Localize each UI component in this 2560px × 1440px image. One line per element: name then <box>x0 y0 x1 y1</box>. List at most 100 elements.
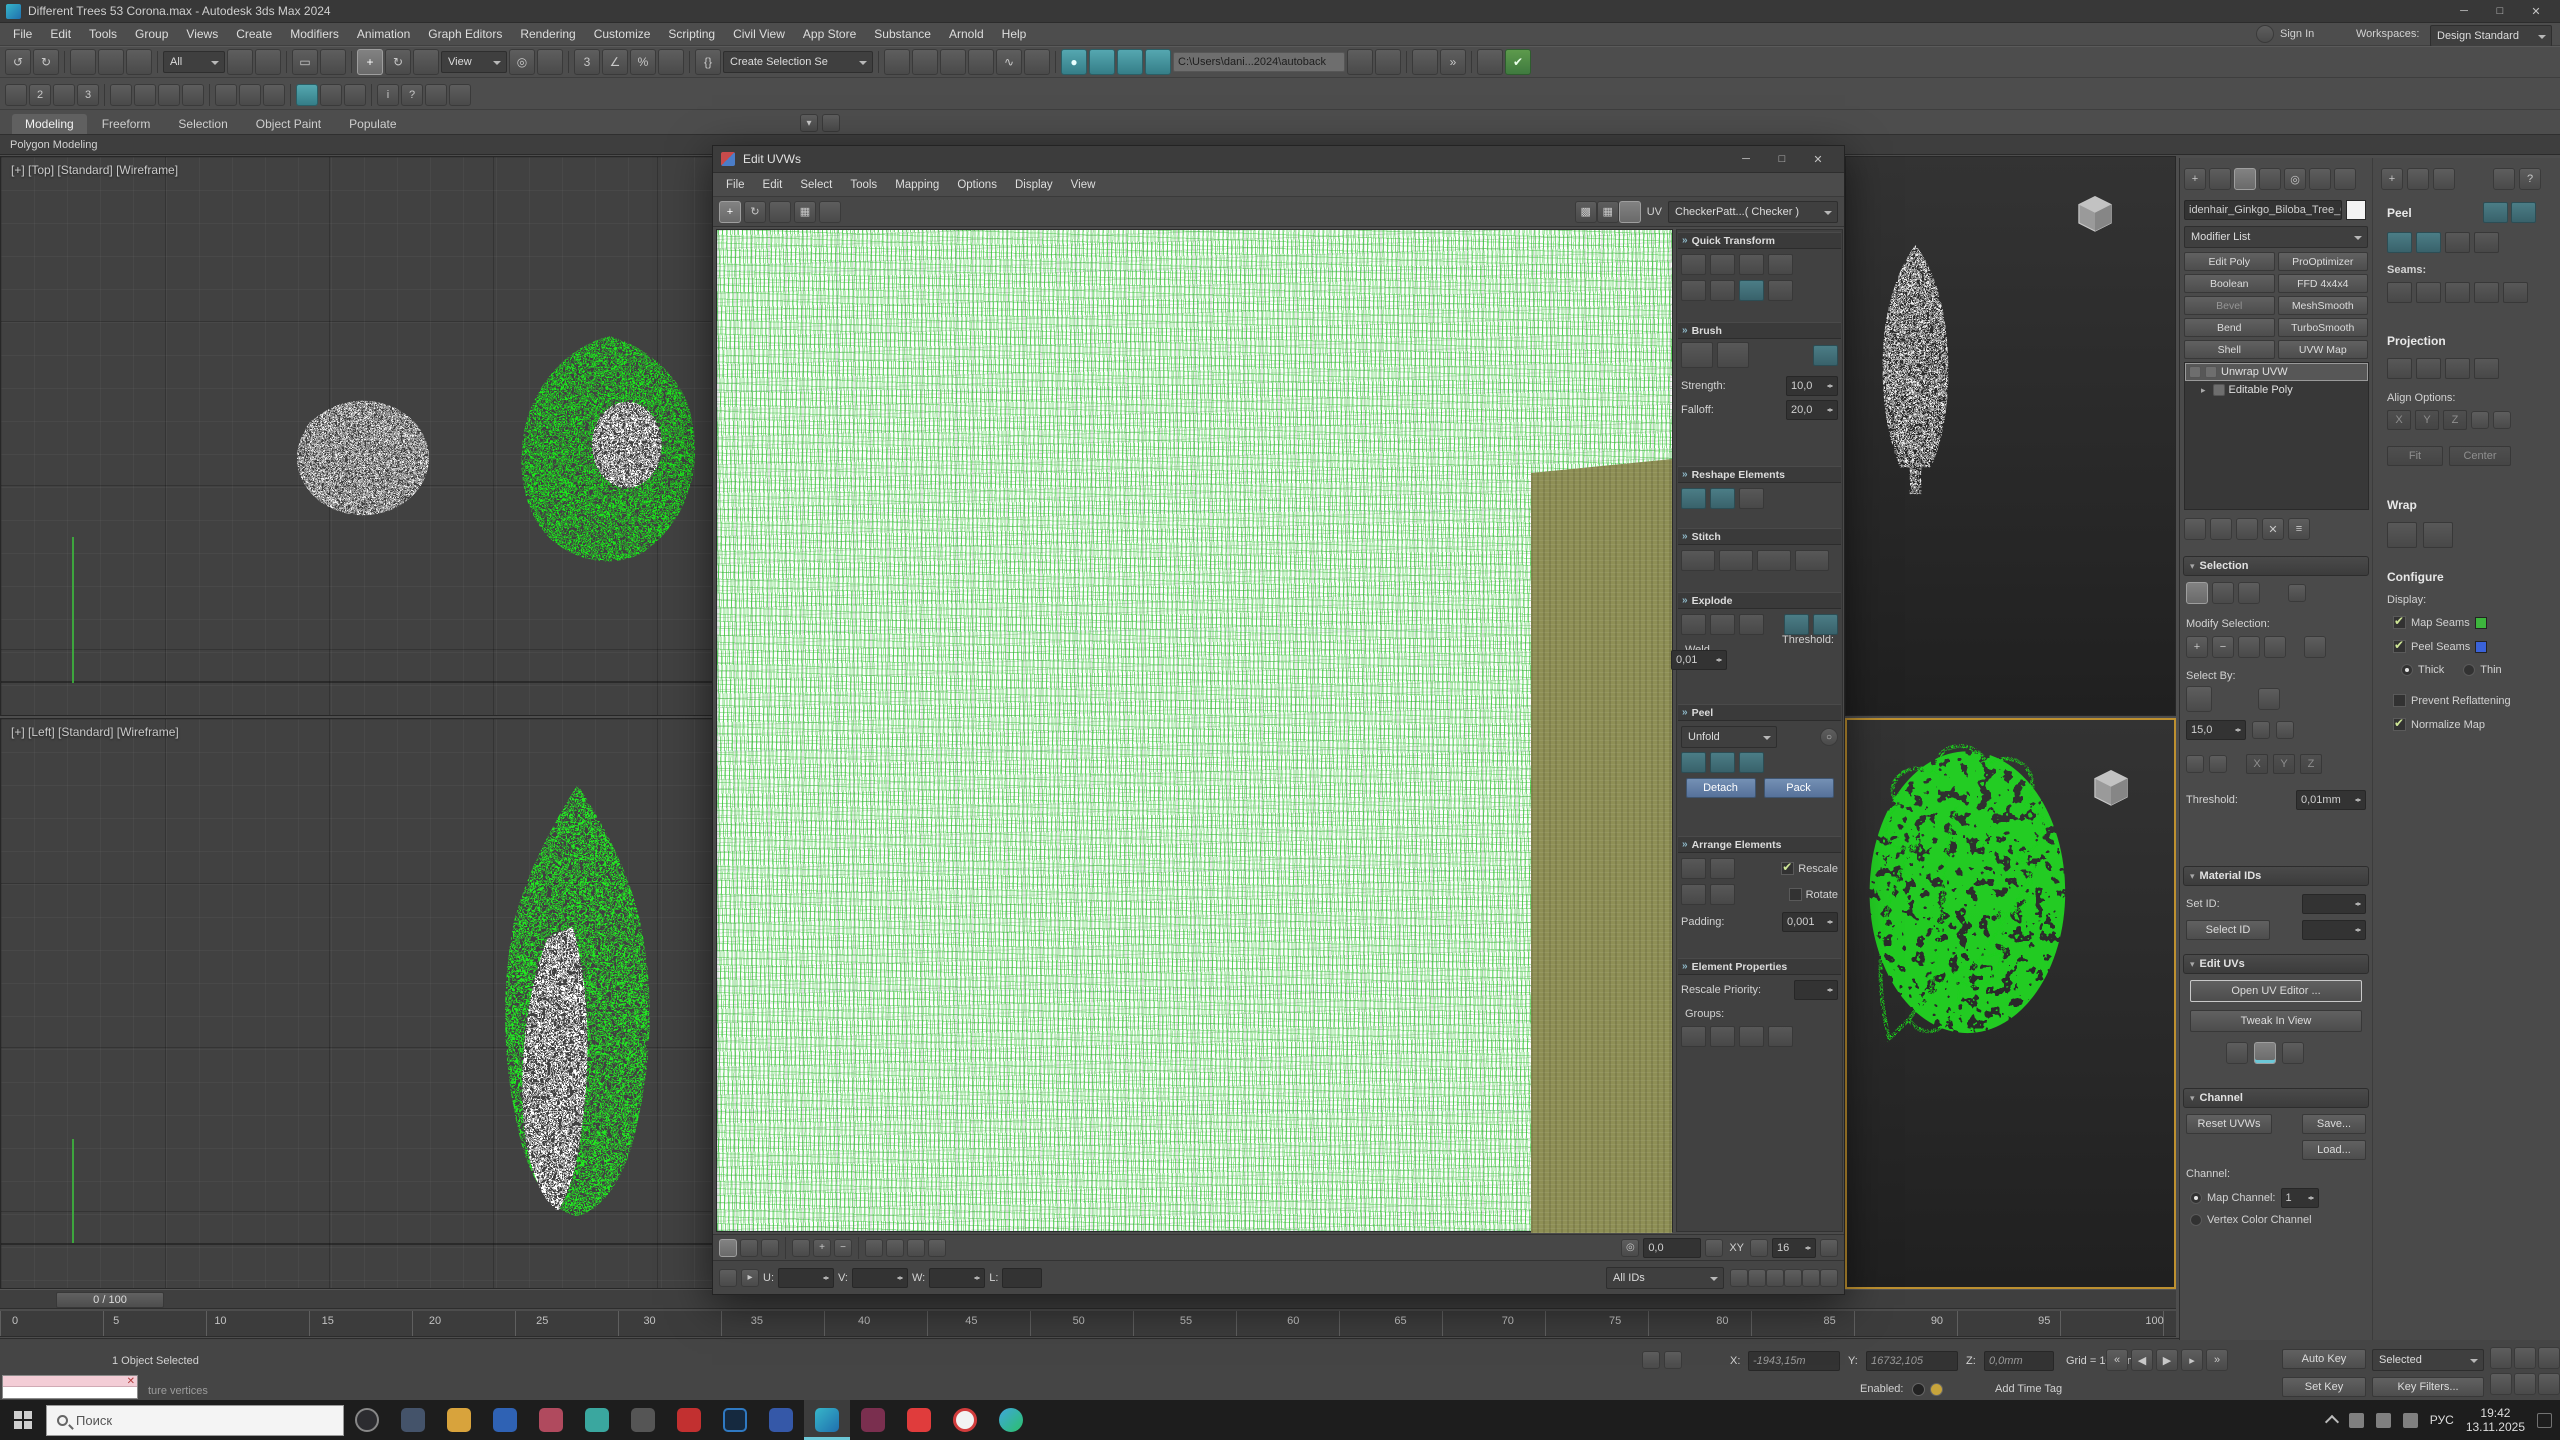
face-constraint-icon[interactable] <box>239 84 261 106</box>
load-uvws-button[interactable]: Load... <box>2302 1140 2366 1160</box>
absolute-typein-icon[interactable] <box>1705 1239 1723 1257</box>
pelt-map-icon[interactable] <box>1739 752 1764 773</box>
menu-item[interactable]: Arnold <box>940 23 993 45</box>
menu-item[interactable]: Substance <box>865 23 940 45</box>
modifier-preset-button[interactable]: Bend <box>2184 318 2275 337</box>
absolute-offset-icon[interactable] <box>741 1269 759 1287</box>
move-brush-icon[interactable] <box>1681 342 1713 368</box>
align-to-view-icon[interactable] <box>2471 411 2489 429</box>
open-uv-editor-button[interactable]: Open UV Editor ... <box>2190 980 2362 1002</box>
fit-button[interactable]: Fit <box>2387 446 2443 466</box>
dialog-menu-item[interactable]: Tools <box>841 176 886 194</box>
grid-snap-icon[interactable] <box>1750 1239 1768 1257</box>
zoom-view-icon[interactable] <box>1748 1269 1766 1287</box>
paint-select-icon[interactable] <box>865 1239 883 1257</box>
weld-threshold-field[interactable]: 0,01 <box>1671 650 1727 670</box>
dialog-menu-item[interactable]: Select <box>791 176 841 194</box>
group-create-icon[interactable] <box>1681 1026 1706 1047</box>
workspace-select[interactable]: Design Standard <box>2430 25 2552 47</box>
quick-peel-icon[interactable] <box>1681 752 1706 773</box>
ribbon-tab[interactable]: Selection <box>165 114 240 134</box>
section-explode[interactable]: Explode <box>1678 592 1841 609</box>
weld-all-icon[interactable] <box>1813 614 1838 635</box>
angle-toggle-icon[interactable] <box>2276 721 2294 739</box>
modifier-preset-button[interactable]: Edit Poly <box>2184 252 2275 271</box>
quick-planar-map-icon[interactable] <box>2226 1042 2248 1064</box>
quick-transform-map-icon[interactable] <box>2282 1042 2304 1064</box>
grid-size-field[interactable]: 16 <box>1772 1238 1816 1258</box>
snap-3d-icon[interactable] <box>77 84 99 106</box>
edge-sub-object-icon[interactable] <box>2212 582 2234 604</box>
dialog-maximize-icon[interactable] <box>1764 148 1800 170</box>
brush-falloff-field[interactable]: 20,0 <box>1786 400 1838 420</box>
network-tray-icon[interactable] <box>2376 1413 2391 1428</box>
track-bar[interactable]: 0510152025303540455055606570758085909510… <box>0 1311 2176 1337</box>
stitch-to-average-icon[interactable] <box>1795 550 1829 571</box>
redo-icon[interactable] <box>33 49 59 75</box>
substance-app-icon[interactable] <box>574 1400 620 1440</box>
menu-item[interactable]: App Store <box>794 23 865 45</box>
expand-to-seam-icon[interactable] <box>2474 282 2499 303</box>
after-effects-icon[interactable] <box>850 1400 896 1440</box>
clear-seams-icon[interactable] <box>2503 282 2528 303</box>
rearrange-icon[interactable] <box>1710 884 1735 905</box>
rescale-checkbox[interactable] <box>1781 862 1794 875</box>
menu-item[interactable]: Modifiers <box>281 23 348 45</box>
save-uvws-button[interactable]: Save... <box>2302 1114 2366 1134</box>
lock-icon[interactable] <box>719 1269 737 1287</box>
select-by-smooth-group-icon[interactable] <box>2209 755 2227 773</box>
brush-strength-field[interactable]: 10,0 <box>1786 376 1838 396</box>
ribbon-tab[interactable]: Freeform <box>89 114 164 134</box>
dialog-menu-item[interactable]: File <box>717 176 754 194</box>
language-indicator[interactable]: РУС <box>2430 1413 2454 1427</box>
uv-freeform-icon[interactable] <box>794 201 816 223</box>
ribbon-toggle-icon[interactable] <box>968 49 994 75</box>
unfold-strip-icon[interactable] <box>2423 522 2453 548</box>
box-map-icon[interactable] <box>2474 358 2499 379</box>
make-unique-icon[interactable] <box>2236 518 2258 540</box>
add-time-tag[interactable]: Add Time Tag <box>1995 1383 2062 1395</box>
listener-close-icon[interactable]: ✕ <box>127 1376 135 1387</box>
pelt-map-tool-icon[interactable] <box>2445 232 2470 253</box>
layer-explorer-icon[interactable] <box>940 49 966 75</box>
center-button[interactable]: Center <box>2449 446 2511 466</box>
select-and-scale-icon[interactable] <box>413 49 439 75</box>
percent-snap-icon[interactable] <box>630 49 656 75</box>
edit-named-selections-icon[interactable] <box>695 49 721 75</box>
key-filters-button[interactable]: Key Filters... <box>2372 1377 2484 1397</box>
modifier-preset-button[interactable]: Bevel <box>2184 296 2275 315</box>
section-stitch[interactable]: Stitch <box>1678 528 1841 545</box>
map-channel-field[interactable]: 1 <box>2281 1188 2319 1208</box>
quick-peel-tool-icon[interactable] <box>2387 232 2412 253</box>
planar-toggle-icon[interactable] <box>2252 721 2270 739</box>
snaps-use-axis-icon[interactable] <box>5 84 27 106</box>
map-seams-checkbox[interactable] <box>2393 616 2406 629</box>
zoom-extents-icon[interactable] <box>2490 1347 2512 1369</box>
panel-options-icon[interactable] <box>2493 168 2515 190</box>
object-paint-icon[interactable] <box>296 84 318 106</box>
checker-pattern-select[interactable]: CheckerPatt...( Checker ) <box>1668 201 1838 223</box>
paint-selection-icon[interactable] <box>2304 636 2326 658</box>
remove-modifier-icon[interactable] <box>2262 518 2284 540</box>
lock-selection-icon[interactable] <box>1820 1239 1838 1257</box>
undo-icon[interactable] <box>5 49 31 75</box>
acrobat-icon[interactable] <box>666 1400 712 1440</box>
material-id-filter-select[interactable]: All IDs <box>1606 1267 1724 1289</box>
file-explorer-icon[interactable] <box>436 1400 482 1440</box>
edit-seams-icon[interactable] <box>2387 282 2412 303</box>
peel-pelt-icon[interactable] <box>2511 202 2536 223</box>
set-key-button[interactable]: Set Key <box>2282 1377 2366 1397</box>
make-rectangular-icon[interactable] <box>1710 488 1735 509</box>
minimize-icon[interactable] <box>2446 0 2482 22</box>
hidden-icons-chevron[interactable] <box>2325 1415 2339 1429</box>
visibility-bulb-icon[interactable] <box>2189 366 2201 378</box>
maxscript-listener-icon[interactable] <box>1477 49 1503 75</box>
dialog-menu-item[interactable]: Mapping <box>886 176 948 194</box>
named-selection-sets-select[interactable]: Create Selection Se <box>723 51 873 73</box>
rectangular-region-icon[interactable] <box>292 49 318 75</box>
sign-in-button[interactable]: Sign In <box>2256 25 2314 43</box>
modifier-preset-button[interactable]: FFD 4x4x4 <box>2278 274 2369 293</box>
thin-radio[interactable] <box>2463 664 2475 676</box>
space-horizontal-icon[interactable] <box>1768 254 1793 275</box>
select-element-toggle-icon[interactable] <box>2288 584 2306 602</box>
